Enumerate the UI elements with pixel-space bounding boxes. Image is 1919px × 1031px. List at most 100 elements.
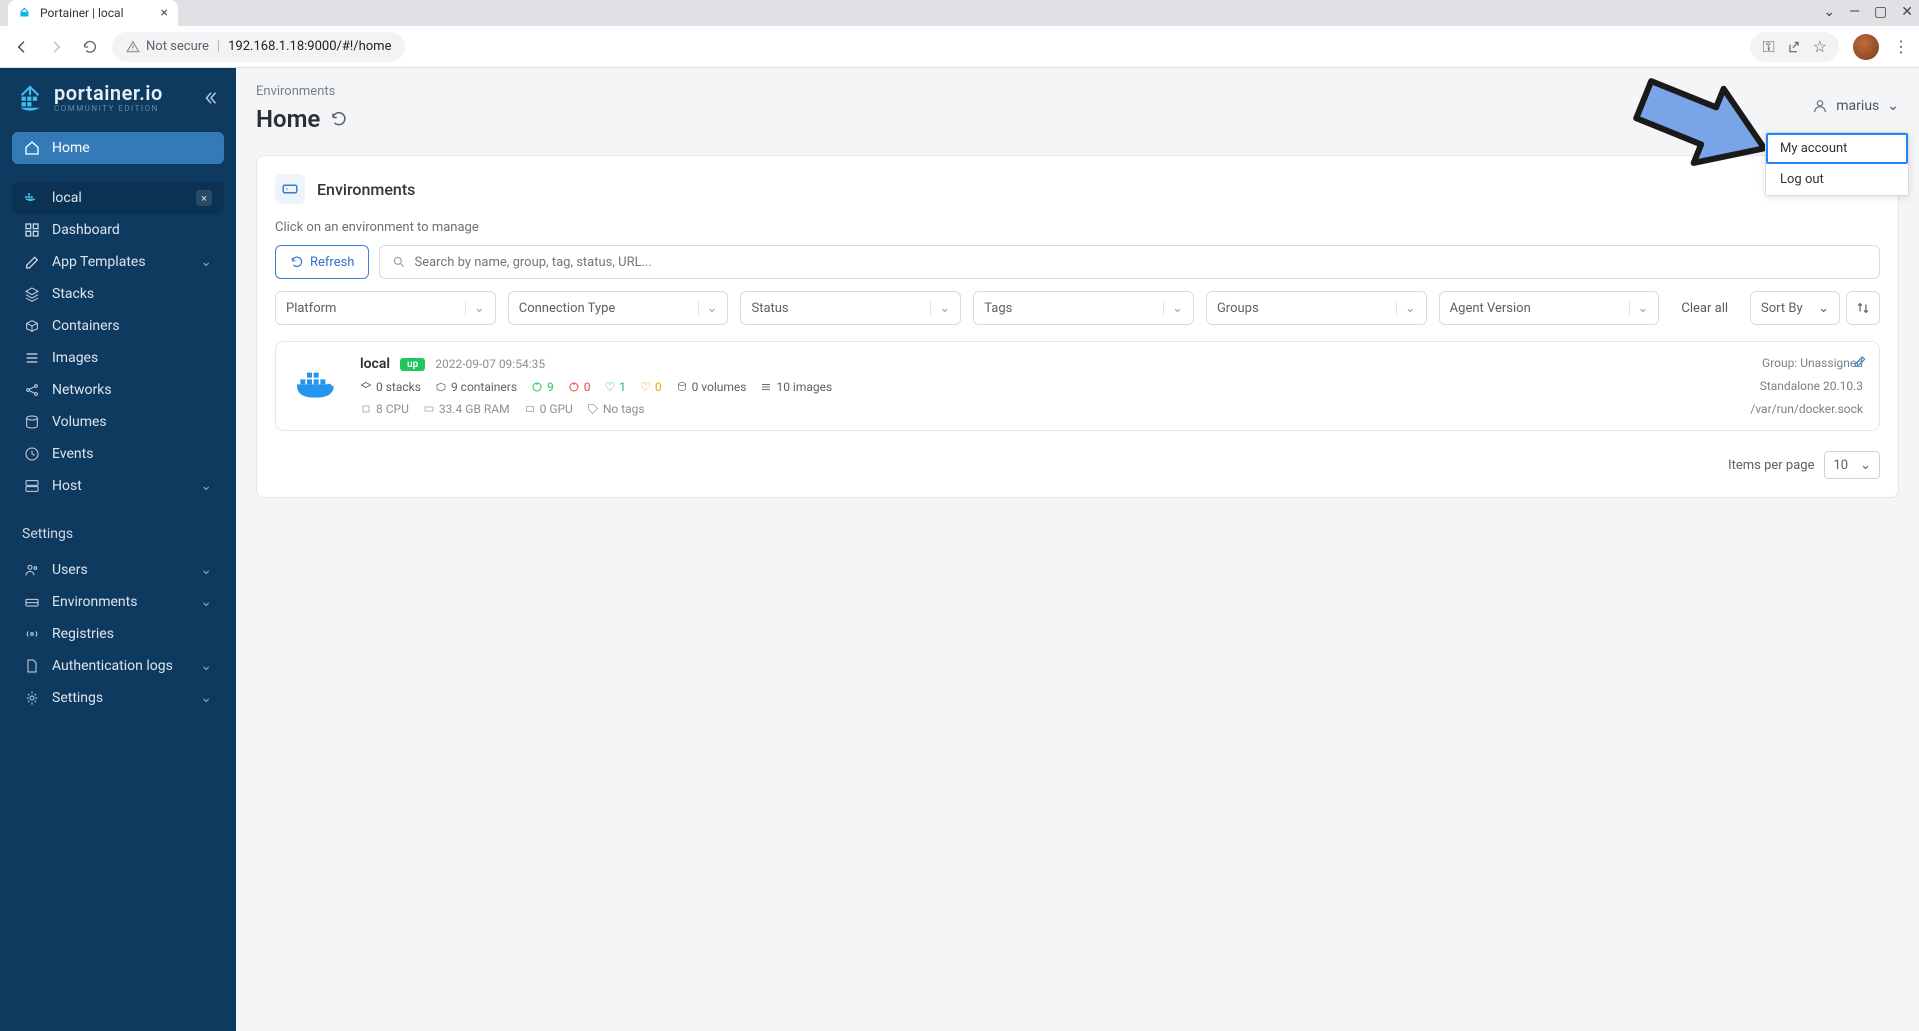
stat-containers: 9 containers: [435, 380, 517, 394]
search-input[interactable]: [406, 255, 1867, 270]
filter-agent[interactable]: Agent Version⌄: [1439, 291, 1660, 325]
filter-connection[interactable]: Connection Type⌄: [508, 291, 729, 325]
user-menu-log-out[interactable]: Log out: [1766, 164, 1908, 195]
hard-drive-icon: [275, 174, 305, 204]
user-dropdown: My account Log out: [1765, 132, 1909, 196]
key-icon[interactable]: ⚿: [1762, 37, 1774, 57]
chevron-down-icon: ⌄: [1629, 301, 1649, 316]
chevron-down-icon: ⌄: [200, 690, 212, 706]
sidebar-item-label: Environments: [52, 594, 137, 610]
sidebar-item-label: Authentication logs: [52, 658, 173, 674]
user-menu-trigger[interactable]: marius ⌄: [1812, 98, 1899, 114]
back-button[interactable]: [10, 35, 34, 59]
sidebar-item-label: Users: [52, 562, 88, 578]
stat-volumes: 0 volumes: [676, 380, 747, 394]
chevron-down-icon: ⌄: [200, 562, 212, 578]
sidebar-item-images[interactable]: Images: [12, 342, 224, 374]
list-icon: [24, 350, 40, 366]
sidebar-item-networks[interactable]: Networks: [12, 374, 224, 406]
sort-direction-button[interactable]: [1846, 291, 1880, 325]
filter-platform[interactable]: Platform⌄: [275, 291, 496, 325]
sidebar-item-registries[interactable]: Registries: [12, 618, 224, 650]
sidebar-item-label: Events: [52, 446, 93, 462]
clock-icon: [24, 446, 40, 462]
stat-stacks: 0 stacks: [360, 380, 421, 394]
sidebar-environment-local[interactable]: local ×: [12, 182, 224, 214]
chevron-down-icon: ⌄: [200, 658, 212, 674]
server-icon: [24, 478, 40, 494]
clear-all-button[interactable]: Clear all: [1671, 301, 1738, 316]
sidebar-item-label: Containers: [52, 318, 120, 334]
environment-card-local[interactable]: local up 2022-09-07 09:54:35 0 stacks 9 …: [275, 341, 1880, 431]
sidebar-item-dashboard[interactable]: Dashboard: [12, 214, 224, 246]
hard-drive-icon: [24, 594, 40, 610]
edit-env-button[interactable]: [1853, 354, 1867, 368]
stat-unhealthy: ♡ 0: [640, 380, 662, 394]
sidebar-env-label: local: [52, 190, 82, 206]
close-window-icon[interactable]: ✕: [1901, 4, 1913, 20]
env-version: Standalone 20.10.3: [1750, 379, 1863, 393]
forward-button[interactable]: [44, 35, 68, 59]
env-group: Group: Unassigned: [1750, 356, 1863, 370]
stat-healthy: ♡ 1: [605, 380, 627, 394]
sidebar-item-events[interactable]: Events: [12, 438, 224, 470]
card-title: Environments: [317, 180, 415, 199]
chevron-down-icon: ⌄: [1396, 301, 1416, 316]
reload-button[interactable]: [78, 35, 102, 59]
minimize-icon[interactable]: —: [1849, 4, 1860, 20]
chevron-down-icon: ⌄: [200, 478, 212, 494]
chevron-down-icon: ⌄: [698, 301, 718, 316]
refresh-button[interactable]: Refresh: [275, 245, 369, 279]
sidebar-item-containers[interactable]: Containers: [12, 310, 224, 342]
url-pill[interactable]: Not secure | 192.168.1.18:9000/#!/home: [112, 32, 405, 62]
sort-by-select[interactable]: Sort By⌄: [1750, 291, 1840, 325]
sidebar-collapse-icon[interactable]: [202, 89, 220, 107]
sidebar-item-auth-logs[interactable]: Authentication logs ⌄: [12, 650, 224, 682]
tab-close-icon[interactable]: ×: [161, 5, 168, 21]
tab-bar: Portainer | local ×: [0, 0, 1919, 26]
logo[interactable]: portainer.io COMMUNITY EDITION: [0, 82, 236, 126]
refresh-icon[interactable]: [330, 110, 348, 128]
filter-status[interactable]: Status⌄: [740, 291, 961, 325]
share-icon[interactable]: [1787, 40, 1801, 54]
sidebar-item-label: Host: [52, 478, 82, 494]
star-icon[interactable]: ☆: [1813, 37, 1827, 56]
sidebar-item-host[interactable]: Host ⌄: [12, 470, 224, 502]
sidebar-item-home[interactable]: Home: [12, 132, 224, 164]
filter-groups[interactable]: Groups⌄: [1206, 291, 1427, 325]
search-box[interactable]: [379, 245, 1880, 279]
chevron-down-icon[interactable]: ⌄: [1823, 4, 1835, 20]
browser-menu-icon[interactable]: ⋮: [1893, 37, 1909, 56]
environments-card: Environments Click on an environment to …: [256, 155, 1899, 498]
env-timestamp: 2022-09-07 09:54:35: [435, 357, 545, 371]
sidebar-item-environments[interactable]: Environments ⌄: [12, 586, 224, 618]
sidebar-item-settings[interactable]: Settings ⌄: [12, 682, 224, 714]
chevron-down-icon: ⌄: [1860, 458, 1871, 473]
filter-tags[interactable]: Tags⌄: [973, 291, 1194, 325]
items-per-page-select[interactable]: 10 ⌄: [1824, 451, 1880, 479]
maximize-icon[interactable]: ▢: [1874, 4, 1887, 20]
tab-title: Portainer | local: [40, 6, 124, 20]
radio-icon: [24, 626, 40, 642]
sidebar-item-stacks[interactable]: Stacks: [12, 278, 224, 310]
sidebar-item-users[interactable]: Users ⌄: [12, 554, 224, 586]
env-close-icon[interactable]: ×: [196, 190, 212, 206]
address-actions: ⚿ ☆: [1750, 32, 1839, 62]
items-per-page-label: Items per page: [1728, 458, 1814, 473]
sidebar-item-volumes[interactable]: Volumes: [12, 406, 224, 438]
browser-tab[interactable]: Portainer | local ×: [8, 0, 178, 26]
sidebar-item-label: Dashboard: [52, 222, 120, 238]
meta-tags: No tags: [587, 402, 645, 416]
sidebar-item-app-templates[interactable]: App Templates ⌄: [12, 246, 224, 278]
profile-avatar[interactable]: [1853, 34, 1879, 60]
portainer-logo-icon: [16, 82, 44, 114]
user-menu-my-account[interactable]: My account: [1766, 133, 1908, 164]
env-name: local: [360, 356, 390, 372]
chevron-down-icon: ⌄: [1887, 98, 1899, 114]
stat-running: 9: [531, 380, 554, 394]
user-icon: [1812, 98, 1828, 114]
meta-ram: 33.4 GB RAM: [423, 402, 510, 416]
edit-icon: [24, 254, 40, 270]
env-endpoint: /var/run/docker.sock: [1750, 402, 1863, 416]
database-icon: [24, 414, 40, 430]
